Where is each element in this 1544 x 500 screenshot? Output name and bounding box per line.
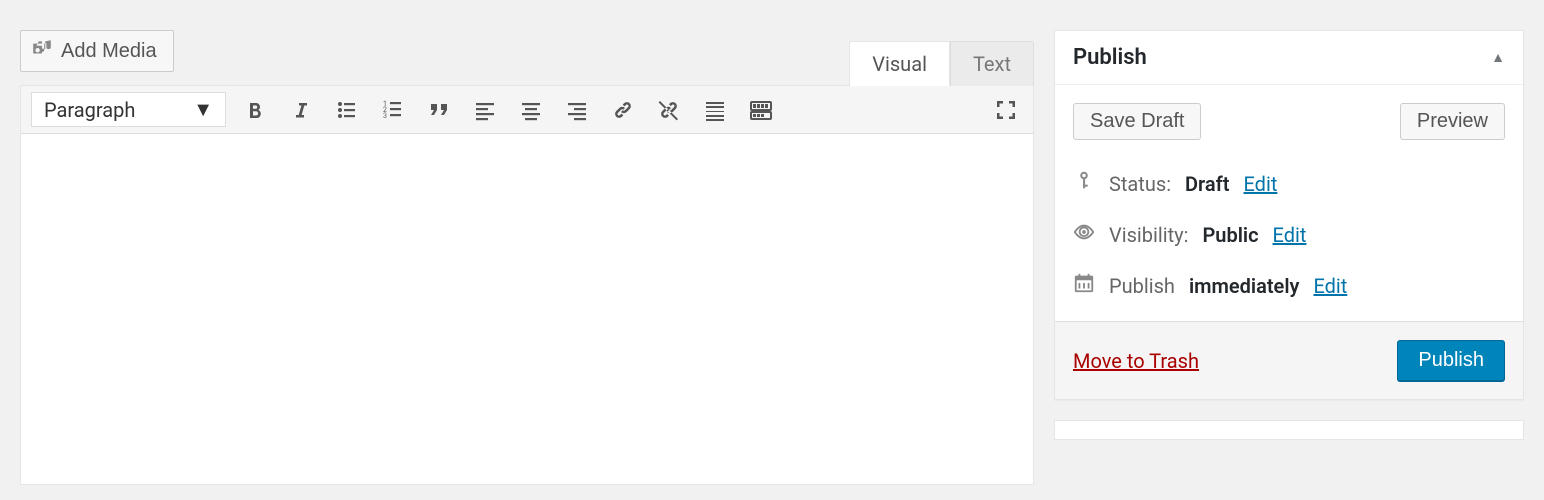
toolbar-toggle-icon[interactable] (744, 93, 778, 127)
visibility-value: Public (1202, 223, 1258, 247)
format-select-label: Paragraph (44, 98, 135, 122)
minor-publishing-actions: Save Draft Preview (1055, 85, 1523, 158)
edit-status-link[interactable]: Edit (1244, 172, 1278, 196)
calendar-icon (1073, 272, 1095, 299)
major-publishing-actions: Move to Trash Publish (1055, 321, 1523, 399)
blockquote-icon[interactable] (422, 93, 456, 127)
bullet-list-icon[interactable] (330, 93, 364, 127)
link-icon[interactable] (606, 93, 640, 127)
sidebar-column: Publish ▲ Save Draft Preview Status: Dra… (1054, 30, 1524, 440)
preview-button[interactable]: Preview (1400, 103, 1505, 140)
fullscreen-icon[interactable] (989, 93, 1023, 127)
publish-title: Publish (1073, 45, 1147, 70)
bold-icon[interactable] (238, 93, 272, 127)
numbered-list-icon[interactable]: 123 (376, 93, 410, 127)
chevron-down-icon: ▼ (193, 97, 213, 122)
align-right-icon[interactable] (560, 93, 594, 127)
schedule-value: immediately (1189, 274, 1300, 298)
editor-wrap: Paragraph ▼ 123 (20, 85, 1034, 485)
tab-text[interactable]: Text (950, 41, 1034, 86)
edit-schedule-link[interactable]: Edit (1313, 274, 1347, 298)
publish-box: Publish ▲ Save Draft Preview Status: Dra… (1054, 30, 1524, 400)
status-row: Status: Draft Edit (1073, 158, 1505, 209)
status-label: Status: (1109, 172, 1171, 196)
italic-icon[interactable] (284, 93, 318, 127)
status-value: Draft (1185, 172, 1229, 196)
publish-button[interactable]: Publish (1397, 340, 1505, 381)
editor-content[interactable] (21, 134, 1033, 484)
collapse-icon[interactable]: ▲ (1491, 49, 1505, 66)
camera-music-icon (31, 37, 53, 65)
move-to-trash-link[interactable]: Move to Trash (1073, 349, 1199, 373)
add-media-button[interactable]: Add Media (20, 30, 174, 72)
schedule-row: Publish immediately Edit (1073, 260, 1505, 311)
next-postbox (1054, 420, 1524, 440)
unlink-icon[interactable] (652, 93, 686, 127)
format-select[interactable]: Paragraph ▼ (31, 92, 226, 127)
read-more-icon[interactable] (698, 93, 732, 127)
align-left-icon[interactable] (468, 93, 502, 127)
editor-column: Add Media Visual Text Paragraph ▼ 123 (20, 30, 1034, 485)
eye-icon (1073, 221, 1095, 248)
edit-visibility-link[interactable]: Edit (1273, 223, 1307, 247)
save-draft-button[interactable]: Save Draft (1073, 103, 1201, 140)
publish-box-header[interactable]: Publish ▲ (1055, 31, 1523, 85)
add-media-label: Add Media (61, 40, 157, 63)
visibility-row: Visibility: Public Edit (1073, 209, 1505, 260)
tab-visual[interactable]: Visual (849, 41, 950, 86)
misc-publishing-actions: Status: Draft Edit Visibility: Public Ed… (1055, 158, 1523, 321)
svg-text:3: 3 (383, 112, 387, 120)
schedule-label: Publish (1109, 274, 1175, 298)
visibility-label: Visibility: (1109, 223, 1188, 247)
align-center-icon[interactable] (514, 93, 548, 127)
key-icon (1073, 170, 1095, 197)
editor-toolbar: Paragraph ▼ 123 (21, 86, 1033, 134)
